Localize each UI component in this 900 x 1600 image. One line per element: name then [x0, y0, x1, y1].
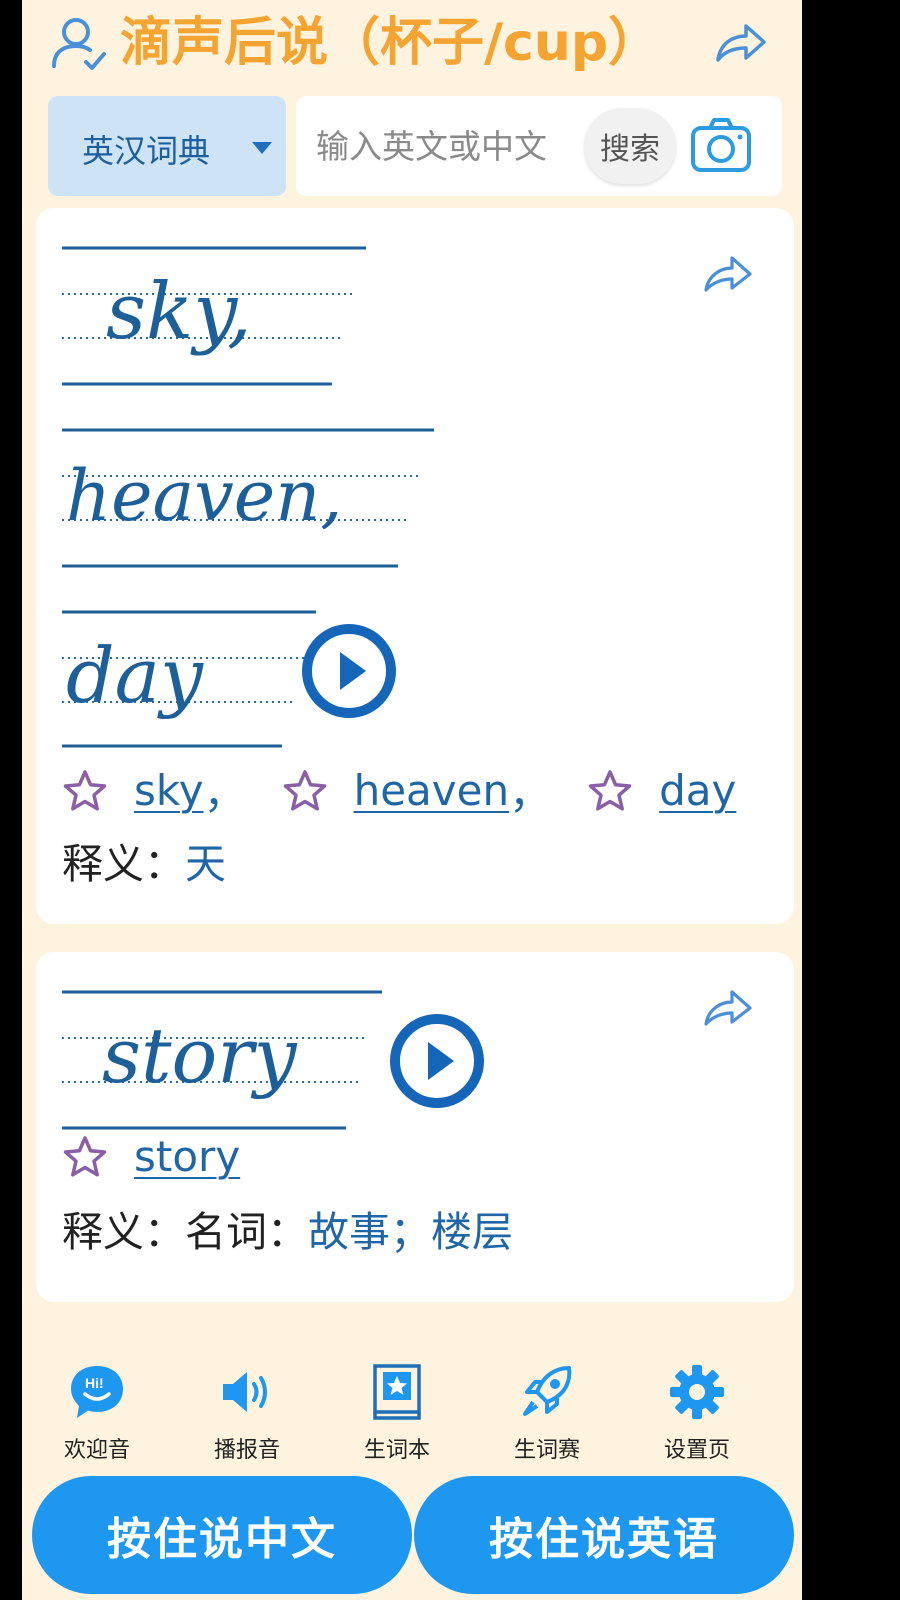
handwriting-word: sky,: [106, 267, 252, 357]
chevron-down-icon: [252, 142, 272, 154]
nav-item-welcome[interactable]: Hi! 欢迎音: [22, 1362, 172, 1463]
hold-to-speak-chinese-button[interactable]: 按住说中文: [32, 1476, 412, 1594]
word-list: story: [62, 1132, 240, 1181]
rocket-icon: [523, 1366, 572, 1416]
handwriting-word: heaven,: [66, 455, 343, 537]
gear-icon: [670, 1365, 724, 1419]
handwriting-word: story: [102, 1011, 298, 1100]
meaning-value: 天: [185, 840, 226, 888]
nav-item-word-contest[interactable]: 生词赛: [472, 1362, 622, 1463]
wordbook-icon: [373, 1364, 421, 1420]
word-list: sky ， heaven ， day: [62, 760, 736, 821]
word-link[interactable]: story: [134, 1132, 240, 1181]
header: 滴声后说（杯子/cup）: [22, 0, 802, 90]
star-icon[interactable]: [282, 768, 328, 814]
meaning-value: 故事；楼层: [308, 1208, 513, 1256]
result-card: sky, heaven, day sky ， heaven ， day 释义：天: [36, 208, 794, 924]
dictionary-label: 英汉词典: [82, 132, 211, 170]
meaning-label: 释义：: [62, 840, 185, 888]
word-separator: ，: [509, 769, 552, 818]
dictionary-select[interactable]: 英汉词典: [48, 96, 286, 196]
handwriting-word: day: [66, 631, 204, 720]
svg-text:Hi!: Hi!: [85, 1375, 104, 1391]
share-arrow-icon[interactable]: [700, 252, 756, 296]
bottom-nav: Hi! 欢迎音 播报音 生词本 生词赛 设置页: [22, 1362, 802, 1463]
search-button[interactable]: 搜索: [584, 108, 676, 184]
hold-to-speak-english-button[interactable]: 按住说英语: [414, 1476, 794, 1594]
app-window: 滴声后说（杯子/cup） 英汉词典 搜索 sky,: [22, 0, 802, 1600]
meaning-line: 释义：名词：故事；楼层: [62, 1198, 513, 1258]
star-icon[interactable]: [587, 768, 633, 814]
hi-chat-icon: Hi!: [71, 1366, 123, 1418]
play-audio-button[interactable]: [300, 622, 398, 720]
word-link[interactable]: heaven: [354, 766, 510, 815]
camera-icon[interactable]: [690, 116, 752, 174]
nav-item-wordbook[interactable]: 生词本: [322, 1362, 472, 1463]
word-link[interactable]: sky: [134, 766, 204, 815]
nav-label: 欢迎音: [63, 1438, 130, 1463]
word-separator: ，: [203, 769, 246, 818]
meaning-line: 释义：天: [62, 830, 226, 890]
search-input[interactable]: [316, 122, 578, 170]
star-icon[interactable]: [62, 768, 108, 814]
nav-label: 生词本: [363, 1438, 430, 1463]
user-check-icon[interactable]: [48, 12, 108, 72]
nav-label: 设置页: [663, 1438, 730, 1463]
play-audio-button[interactable]: [388, 1012, 486, 1110]
star-icon[interactable]: [62, 1134, 108, 1180]
speaker-icon: [223, 1372, 267, 1412]
nav-label: 生词赛: [513, 1438, 580, 1463]
meaning-label: 释义：名词：: [62, 1208, 308, 1256]
share-arrow-icon[interactable]: [700, 986, 756, 1030]
nav-item-broadcast[interactable]: 播报音: [172, 1362, 322, 1463]
result-card: story story 释义：名词：故事；楼层: [36, 952, 794, 1302]
nav-label: 播报音: [213, 1438, 280, 1463]
nav-item-settings[interactable]: 设置页: [622, 1362, 772, 1463]
word-link[interactable]: day: [659, 766, 736, 815]
app-title: 滴声后说（杯子/cup）: [120, 13, 661, 73]
share-arrow-icon[interactable]: [712, 18, 768, 66]
search-box: 搜索: [296, 96, 782, 196]
